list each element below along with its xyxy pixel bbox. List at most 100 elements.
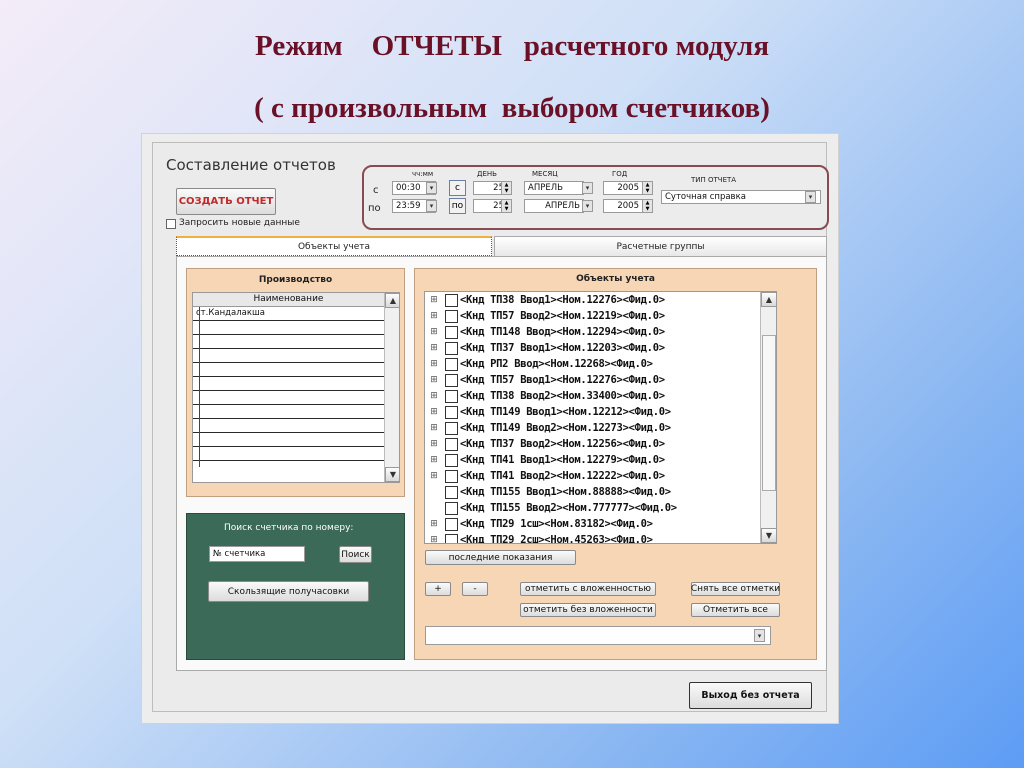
tree-checkbox[interactable] [445, 421, 458, 435]
tab-accounting-objects[interactable]: Объекты учета [176, 236, 492, 256]
collapse-all-button[interactable]: - [462, 582, 488, 596]
from-year-spinner-icon[interactable]: ▲ ▼ [642, 181, 653, 195]
year-header: ГОД [612, 170, 628, 178]
from-time-button[interactable]: с [449, 180, 466, 196]
production-scrollbar[interactable]: ▲ ▼ [384, 293, 399, 482]
production-row[interactable] [193, 419, 384, 433]
unmark-all-button[interactable]: Снять все отметки [691, 582, 780, 596]
tree-item[interactable]: ⊞ <Кнд ТП149 Ввод2><Ном.12273><Фид.0> [429, 420, 671, 436]
tree-item[interactable]: ⊞ <Кнд ТП41 Ввод1><Ном.12279><Фид.0> [429, 452, 665, 468]
mark-nested-button[interactable]: отметить с вложенностью [520, 582, 656, 596]
tree-checkbox[interactable] [445, 357, 458, 371]
expand-icon[interactable]: ⊞ [429, 519, 439, 529]
tree-item[interactable]: ⊞ <Кнд ТП29 2сш><Ном.45263><Фид.0> [429, 532, 653, 543]
objects-filter-select[interactable] [425, 626, 771, 645]
production-row[interactable]: ст.Кандалакша [193, 307, 384, 321]
tree-item[interactable]: ⊞ <Кнд ТП37 Ввод2><Ном.12256><Фид.0> [429, 436, 665, 452]
tree-checkbox[interactable] [445, 389, 458, 403]
tree-item[interactable]: ⊞ <Кнд ТП57 Ввод1><Ном.12276><Фид.0> [429, 372, 665, 388]
expand-icon[interactable]: ⊞ [429, 391, 439, 401]
objects-scrollbar[interactable]: ▲ ▼ [760, 292, 776, 543]
production-row[interactable] [193, 363, 384, 377]
report-type-dropdown-icon[interactable]: ▾ [805, 191, 816, 203]
tree-item[interactable]: <Кнд ТП155 Ввод1><Ном.88888><Фид.0> [429, 484, 671, 500]
tree-item[interactable]: <Кнд ТП155 Ввод2><Ном.777777><Фид.0> [429, 500, 677, 516]
expand-icon[interactable]: ⊞ [429, 295, 439, 305]
from-day-spinner-icon[interactable]: ▲ ▼ [501, 181, 512, 195]
scroll-up-icon[interactable]: ▲ [385, 293, 399, 308]
tree-item-label: <Кнд ТП38 Ввод1><Ном.12276><Фид.0> [460, 294, 665, 306]
tree-item[interactable]: ⊞ <Кнд ТП38 Ввод1><Ном.12276><Фид.0> [429, 292, 665, 308]
tree-checkbox[interactable] [445, 469, 458, 483]
mark-all-button[interactable]: Отметить все [691, 603, 780, 617]
production-row[interactable] [193, 433, 384, 447]
to-month-field[interactable]: АПРЕЛЬ [524, 199, 584, 213]
production-row[interactable] [193, 335, 384, 349]
expand-icon[interactable]: ⊞ [429, 359, 439, 369]
tree-checkbox[interactable] [445, 437, 458, 451]
scroll-down-icon[interactable]: ▼ [385, 467, 399, 482]
tree-checkbox[interactable] [445, 517, 458, 531]
production-row[interactable] [193, 391, 384, 405]
tree-checkbox[interactable] [445, 453, 458, 467]
tree-checkbox[interactable] [445, 373, 458, 387]
objects-filter-dropdown-icon[interactable]: ▾ [754, 629, 765, 642]
expand-icon[interactable]: ⊞ [429, 407, 439, 417]
tree-checkbox[interactable] [445, 325, 458, 339]
scroll-thumb[interactable] [762, 335, 776, 491]
expand-icon[interactable]: ⊞ [429, 439, 439, 449]
tree-checkbox[interactable] [445, 309, 458, 323]
production-row[interactable] [193, 377, 384, 391]
from-time-dropdown-icon[interactable]: ▾ [426, 182, 437, 194]
report-type-select[interactable]: Суточная справка [661, 190, 821, 204]
expand-icon[interactable]: ⊞ [429, 327, 439, 337]
tree-checkbox[interactable] [445, 293, 458, 307]
tree-item[interactable]: ⊞ <Кнд ТП148 Ввод><Ном.12294><Фид.0> [429, 324, 665, 340]
request-new-data-checkbox[interactable] [166, 219, 176, 229]
expand-all-button[interactable]: + [425, 582, 451, 596]
tree-checkbox[interactable] [445, 485, 458, 499]
tree-item[interactable]: ⊞ <Кнд РП2 Ввод><Ном.12268><Фид.0> [429, 356, 653, 372]
from-month-dropdown-icon[interactable]: ▾ [582, 182, 593, 194]
production-row[interactable] [193, 321, 384, 335]
production-row[interactable] [193, 405, 384, 419]
from-year-field[interactable]: 2005 [603, 181, 643, 195]
to-month-dropdown-icon[interactable]: ▾ [582, 200, 593, 212]
tree-checkbox[interactable] [445, 341, 458, 355]
expand-icon[interactable]: ⊞ [429, 423, 439, 433]
tree-checkbox[interactable] [445, 405, 458, 419]
tree-item[interactable]: ⊞ <Кнд ТП38 Ввод2><Ном.33400><Фид.0> [429, 388, 665, 404]
expand-icon[interactable]: ⊞ [429, 375, 439, 385]
to-time-button[interactable]: по [449, 198, 466, 214]
tab-calculation-groups[interactable]: Расчетные группы [494, 236, 827, 256]
tree-item[interactable]: ⊞ <Кнд ТП149 Ввод1><Ном.12212><Фид.0> [429, 404, 671, 420]
search-button[interactable]: Поиск [339, 546, 372, 563]
create-report-button[interactable]: СОЗДАТЬ ОТЧЕТ [176, 188, 276, 215]
expand-icon[interactable]: ⊞ [429, 535, 439, 543]
from-month-field[interactable]: АПРЕЛЬ [524, 181, 584, 195]
scroll-up-icon[interactable]: ▲ [761, 292, 776, 307]
production-row[interactable] [193, 447, 384, 461]
scroll-down-icon[interactable]: ▼ [761, 528, 776, 543]
to-year-field[interactable]: 2005 [603, 199, 643, 213]
mark-no-nested-button[interactable]: отметить без вложенности [520, 603, 656, 617]
tree-checkbox[interactable] [445, 533, 458, 543]
sliding-halfhours-button[interactable]: Скользящие получасовки [208, 581, 369, 602]
expand-icon[interactable]: ⊞ [429, 455, 439, 465]
exit-without-report-button[interactable]: Выход без отчета [689, 682, 812, 709]
expand-icon[interactable]: ⊞ [429, 311, 439, 321]
tree-item[interactable]: ⊞ <Кнд ТП41 Ввод2><Ном.12222><Фид.0> [429, 468, 665, 484]
tree-checkbox[interactable] [445, 501, 458, 515]
expand-icon[interactable]: ⊞ [429, 343, 439, 353]
tree-item[interactable]: ⊞ <Кнд ТП57 Ввод2><Ном.12219><Фид.0> [429, 308, 665, 324]
to-day-spinner-icon[interactable]: ▲ ▼ [501, 199, 512, 213]
tree-item[interactable]: ⊞ <Кнд ТП29 1сш><Ном.83182><Фид.0> [429, 516, 653, 532]
last-readings-button[interactable]: последние показания [425, 550, 576, 565]
expand-icon[interactable]: ⊞ [429, 471, 439, 481]
to-time-dropdown-icon[interactable]: ▾ [426, 200, 437, 212]
to-year-spinner-icon[interactable]: ▲ ▼ [642, 199, 653, 213]
meter-number-input[interactable]: № счетчика [209, 546, 305, 562]
name-column-header[interactable]: Наименование [193, 293, 384, 307]
tree-item[interactable]: ⊞ <Кнд ТП37 Ввод1><Ном.12203><Фид.0> [429, 340, 665, 356]
production-row[interactable] [193, 349, 384, 363]
